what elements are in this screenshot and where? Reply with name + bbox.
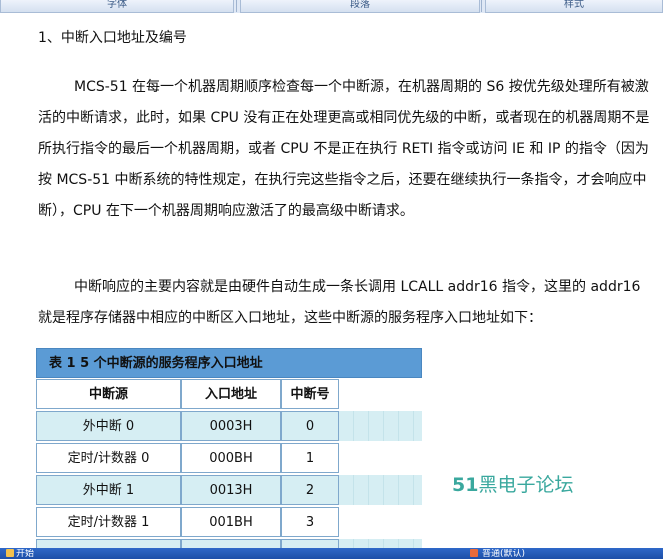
table-cell-address: 0013H	[181, 475, 281, 505]
taskbar-item-style[interactable]: 普通(默认)	[482, 549, 562, 559]
table-empty-cell	[339, 507, 422, 537]
paragraph-interrupt-check: MCS-51 在每一个机器周期顺序检查每一个中断源，在机器周期的 S6 按优先级…	[38, 72, 658, 227]
table-cell-source: 外中断 1	[36, 475, 181, 505]
paragraph-text: 中断响应的主要内容就是由硬件自动生成一条长调用 LCALL addr16 指令，…	[38, 279, 641, 326]
ribbon-bar: 字体 段落 样式	[0, 0, 663, 13]
start-icon[interactable]	[6, 549, 14, 557]
start-button[interactable]: 开始	[16, 549, 42, 559]
table-cell-number: 1	[281, 443, 339, 473]
section-heading: 1、中断入口地址及编号	[38, 30, 187, 46]
table-header-cell: 入口地址	[181, 379, 281, 409]
table-row: 外中断 1 0013H 2	[36, 475, 422, 507]
table-cell-number	[281, 539, 339, 548]
table-cell-number: 2	[281, 475, 339, 505]
ribbon-group-styles-label: 样式	[564, 0, 584, 10]
paragraph-text: MCS-51 在每一个机器周期顺序检查每一个中断源，在机器周期的 S6 按优先级…	[38, 79, 650, 219]
table-cell-address	[181, 539, 281, 548]
ribbon-group-styles[interactable]: 样式	[485, 0, 663, 13]
forum-watermark: 51黑电子论坛	[452, 470, 573, 497]
table-row-partial	[36, 539, 422, 548]
table-cell-number: 3	[281, 507, 339, 537]
ribbon-group-font[interactable]: 字体	[0, 0, 234, 13]
ribbon-group-paragraph-label: 段落	[350, 0, 370, 10]
table-cell-source: 定时/计数器 1	[36, 507, 181, 537]
table-cell-source	[36, 539, 181, 548]
table-cell-address: 000BH	[181, 443, 281, 473]
table-header-cell: 中断源	[36, 379, 181, 409]
table-header-cell: 中断号	[281, 379, 339, 409]
taskbar: 开始 普通(默认)	[0, 548, 663, 559]
interrupt-vector-table: 表 1 5 个中断源的服务程序入口地址 中断源 入口地址 中断号 外中断 0 0…	[36, 348, 422, 548]
watermark-text: 黑电子论坛	[478, 474, 574, 496]
ribbon-group-paragraph[interactable]: 段落	[240, 0, 480, 13]
table-row: 外中断 0 0003H 0	[36, 411, 422, 443]
table-empty-cell	[339, 443, 422, 473]
table-header-row: 中断源 入口地址 中断号	[36, 379, 422, 411]
watermark-number: 51	[452, 474, 479, 496]
ribbon-group-font-label: 字体	[107, 0, 127, 10]
ribbon-divider	[481, 0, 482, 12]
paragraph-interrupt-response: 中断响应的主要内容就是由硬件自动生成一条长调用 LCALL addr16 指令，…	[38, 272, 658, 334]
table-cell-source: 外中断 0	[36, 411, 181, 441]
table-empty-cell	[339, 475, 422, 505]
table-empty-cell	[339, 411, 422, 441]
ribbon-divider	[236, 0, 237, 12]
table-cell-address: 0003H	[181, 411, 281, 441]
table-empty-cell	[339, 379, 422, 409]
table-row: 定时/计数器 1 001BH 3	[36, 507, 422, 539]
table-cell-address: 001BH	[181, 507, 281, 537]
table-cell-number: 0	[281, 411, 339, 441]
table-empty-cell	[339, 539, 422, 548]
table-cell-source: 定时/计数器 0	[36, 443, 181, 473]
table-caption: 表 1 5 个中断源的服务程序入口地址	[36, 348, 422, 378]
app-icon[interactable]	[470, 549, 478, 557]
table-row: 定时/计数器 0 000BH 1	[36, 443, 422, 475]
